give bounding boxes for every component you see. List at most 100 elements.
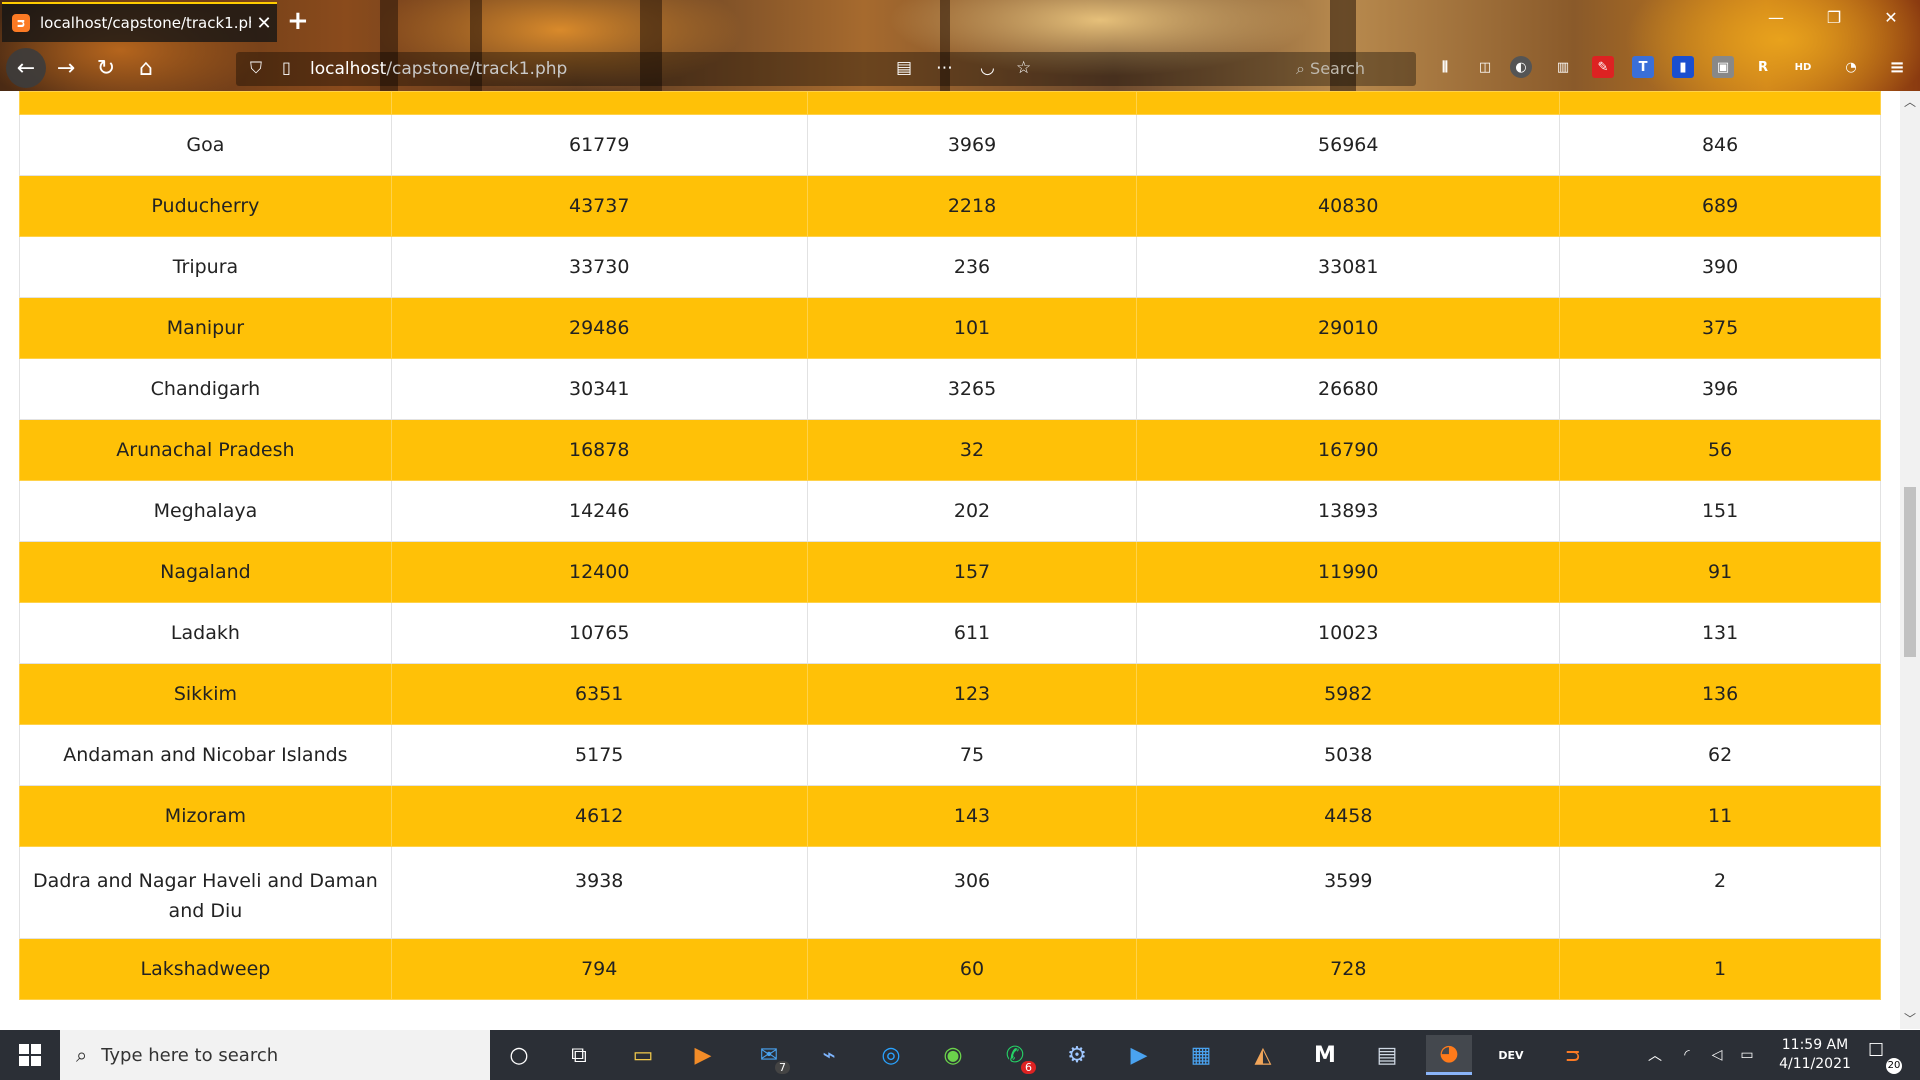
cell-state: Manipur [19,297,392,359]
extension-icon[interactable]: ▥ [1552,56,1574,78]
windows-logo-icon [19,1044,41,1066]
xampp-icon: ᴝ [12,14,30,32]
new-tab-button[interactable]: + [287,6,309,36]
notification-count: 20 [1886,1058,1902,1074]
xampp-icon[interactable]: ᴝ [1550,1035,1596,1075]
mail-badge: 7 [775,1061,790,1074]
firefox-icon[interactable]: ◕ [1426,1035,1472,1075]
clock-time: 11:59 AM [1781,1037,1849,1053]
notifications-button[interactable]: ☐ 20 [1868,1040,1902,1074]
cell-state: Goa [19,114,392,176]
sidebar-icon[interactable]: ◫ [1474,56,1496,78]
taskbar-clock[interactable]: 11:59 AM 4/11/2021 [1770,1036,1860,1074]
scroll-up-arrow-icon[interactable]: ︿ [1900,93,1920,110]
arrow-right-icon: → [56,55,76,81]
search-field[interactable]: ⌕ Search [1296,59,1365,79]
extension-icon[interactable]: ▮ [1672,56,1694,78]
minimize-button[interactable]: — [1753,8,1799,27]
library-icon[interactable]: ⫼ [1434,56,1456,78]
extension-icon[interactable]: ◔ [1840,56,1862,78]
restore-button[interactable]: ❐ [1811,8,1857,27]
table-row: Chandigarh 30341 3265 26680 396 [19,358,1881,420]
volume-icon[interactable]: ◁ [1702,1035,1732,1075]
steam-icon[interactable]: ⚙ [1054,1035,1100,1075]
task-view-icon[interactable]: ⧉ [556,1035,602,1075]
page-actions-icon[interactable]: ⋯ [936,58,953,78]
pocket-icon[interactable]: ◡ [980,58,995,78]
table-row: Nagaland 12400 157 11990 91 [19,541,1881,603]
uplay-icon[interactable]: ◎ [868,1035,914,1075]
app-icon[interactable]: ▤ [1364,1035,1410,1075]
cell-state: Tripura [19,236,392,298]
home-icon: ⌂ [139,55,153,81]
cortana-icon[interactable]: ○ [496,1035,542,1075]
cell-deaths: 846 [1559,114,1881,176]
extension-icon[interactable]: T [1632,56,1654,78]
cell-active: 3969 [806,114,1138,176]
close-window-button[interactable]: ✕ [1868,8,1914,27]
extension-icon[interactable]: ▣ [1712,56,1734,78]
address-bar[interactable]: ⛉ ▯ localhost/capstone/track1.php ▤ ⋯ ◡ … [236,52,1416,86]
reload-button[interactable]: ↻ [88,50,124,86]
hd-extension-icon[interactable]: HD [1792,56,1814,78]
battery-icon[interactable]: ▭ [1732,1035,1762,1075]
cell-active: 157 [806,541,1138,603]
cell-total: 61779 [390,114,808,176]
media-player-icon[interactable]: ▶ [680,1035,726,1075]
extension-icon[interactable]: ✎ [1592,56,1614,78]
calendar-icon[interactable]: ▦ [1178,1035,1224,1075]
search-icon: ⌕ [1296,59,1311,78]
android-app-icon[interactable]: ◉ [930,1035,976,1075]
cell-recovered: 5038 [1136,724,1561,786]
scroll-down-arrow-icon[interactable]: ﹀ [1900,1010,1920,1027]
cell-deaths: 151 [1559,480,1881,542]
cell-recovered: 11990 [1136,541,1561,603]
table-row: Tripura 33730 236 33081 390 [19,236,1881,298]
reader-view-icon[interactable]: ▤ [896,58,912,78]
browser-tab[interactable]: ᴝ localhost/capstone/track1.php ✕ [2,2,277,42]
cell-recovered: 56964 [1136,114,1561,176]
taskbar-search-box[interactable]: ⌕ Type here to search [60,1030,490,1080]
scrollbar-thumb[interactable] [1904,487,1916,657]
navigation-toolbar: ← → ↻ ⌂ ⛉ ▯ localhost/capstone/track1.ph… [0,46,1920,91]
extension-icon[interactable]: R [1752,56,1774,78]
cell-active: 101 [806,297,1138,359]
cell-active: 32 [806,419,1138,481]
page-info-icon[interactable]: ▯ [282,58,291,77]
page-scrollbar[interactable]: ︿ ﹀ [1900,91,1920,1029]
table-row: Puducherry 43737 2218 40830 689 [19,175,1881,237]
tracking-protection-icon[interactable]: ⛉ [250,58,262,78]
cell-recovered: 4458 [1136,785,1561,847]
table-row: Meghalaya 14246 202 13893 151 [19,480,1881,542]
app-icon[interactable]: ⌁ [806,1035,852,1075]
back-button[interactable]: ← [6,48,46,88]
wifi-icon[interactable]: ◜ [1672,1035,1702,1075]
dev-app-icon[interactable]: DEV [1488,1035,1534,1075]
whatsapp-icon[interactable]: ✆ 6 [992,1035,1038,1075]
bookmark-star-icon[interactable]: ☆ [1016,58,1031,78]
covid-state-table: Goa 61779 3969 56964 846 Puducherry 43737 2218 4… [19,91,1881,1000]
cell-total: 16878 [390,419,808,481]
app-m-icon[interactable]: M [1302,1035,1348,1075]
extension-icon[interactable]: ◐ [1510,56,1532,78]
app-icon[interactable]: ▶ [1116,1035,1162,1075]
show-hidden-icons-icon[interactable]: ︿ [1640,1035,1670,1075]
start-button[interactable] [0,1030,60,1080]
cell-state: Dadra and Nagar Haveli and Daman and Diu [19,846,392,939]
cell-state: Chandigarh [19,358,392,420]
file-explorer-icon[interactable]: ▭ [620,1035,666,1075]
cell-total: 30341 [390,358,808,420]
cell-total: 3938 [390,846,808,939]
app-icon[interactable]: ◭ [1240,1035,1286,1075]
mail-icon[interactable]: ✉ 7 [746,1035,792,1075]
table-row: Ladakh 10765 611 10023 131 [19,602,1881,664]
cell-total: 6351 [390,663,808,725]
forward-button[interactable]: → [48,50,84,86]
close-tab-icon[interactable]: ✕ [251,13,277,34]
home-button[interactable]: ⌂ [128,50,164,86]
cell-recovered: 40830 [1136,175,1561,237]
cell-active: 611 [806,602,1138,664]
cell-total: 12400 [390,541,808,603]
menu-icon[interactable]: ≡ [1886,56,1908,78]
url-text[interactable]: localhost/capstone/track1.php [310,59,567,79]
